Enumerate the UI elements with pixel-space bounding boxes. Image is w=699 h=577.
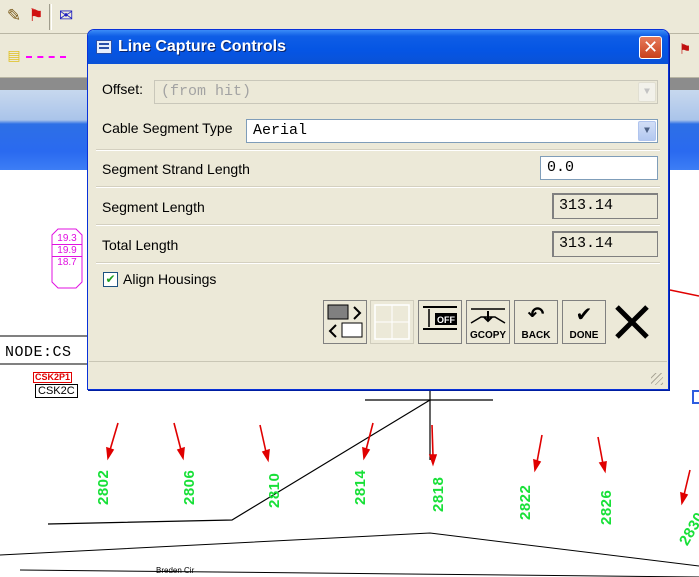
total-length-value: 313.14 bbox=[552, 231, 658, 257]
cable-type-select[interactable]: Aerial ▼ bbox=[246, 119, 658, 143]
checkmark-icon: ✔ bbox=[105, 272, 116, 286]
align-housings-checkbox[interactable]: ✔ bbox=[103, 272, 118, 287]
window-icon bbox=[96, 40, 112, 54]
checkmark-icon: ✔ bbox=[575, 304, 593, 326]
dialog-titlebar[interactable]: Line Capture Controls ✕ bbox=[88, 30, 668, 64]
offset-select: (from hit) ▼ bbox=[154, 80, 658, 104]
cable-type-label: Cable Segment Type bbox=[102, 120, 233, 136]
back-arrow-icon: ↶ bbox=[527, 304, 545, 326]
hex-value: 19.3 bbox=[52, 233, 82, 245]
segment-length-label: Segment Length bbox=[102, 199, 205, 215]
offset-value: (from hit) bbox=[161, 83, 252, 100]
divider bbox=[96, 186, 660, 188]
close-button[interactable]: ✕ bbox=[639, 36, 662, 59]
envelope-icon[interactable]: ✉ bbox=[56, 5, 76, 27]
gcopy-label: GCOPY bbox=[469, 330, 507, 341]
offset-off-button[interactable]: OFF bbox=[418, 300, 462, 344]
chevron-down-icon[interactable]: ▼ bbox=[638, 121, 656, 141]
cancel-button[interactable] bbox=[610, 300, 654, 344]
pole-label: 2806 bbox=[181, 469, 198, 505]
hex-value: 19.9 bbox=[52, 245, 82, 257]
dashed-line-style bbox=[26, 56, 66, 58]
divider bbox=[96, 149, 660, 151]
pole-label: 2818 bbox=[430, 476, 447, 512]
pin-icon[interactable]: ⚑ bbox=[675, 38, 695, 60]
cable-type-value: Aerial bbox=[253, 122, 308, 139]
back-button[interactable]: ↶ BACK bbox=[514, 300, 558, 344]
hex-marker-labels: 19.3 19.9 18.7 bbox=[52, 233, 82, 268]
hex-value: 18.7 bbox=[57, 257, 77, 268]
done-label: DONE bbox=[569, 330, 599, 341]
brush-icon[interactable]: ✎ bbox=[4, 5, 24, 27]
offset-off-label: OFF bbox=[437, 315, 455, 325]
csk-red-tag: CSK2P1 bbox=[33, 372, 73, 383]
gcopy-button[interactable]: GCOPY bbox=[466, 300, 510, 344]
blue-bracket-marker bbox=[692, 390, 699, 404]
resize-grip-icon[interactable] bbox=[651, 373, 663, 385]
done-button[interactable]: ✔ DONE bbox=[562, 300, 606, 344]
divider bbox=[96, 262, 660, 264]
close-icon: ✕ bbox=[642, 37, 659, 57]
pole-label: 2822 bbox=[517, 484, 534, 520]
chevron-down-icon: ▼ bbox=[638, 82, 656, 102]
strand-length-label: Segment Strand Length bbox=[102, 161, 250, 177]
swap-layout-icon bbox=[327, 304, 363, 338]
cancel-x-icon bbox=[615, 305, 649, 339]
grid-button bbox=[370, 300, 414, 344]
pole-label: 2810 bbox=[266, 472, 283, 508]
strand-length-input[interactable]: 0.0 bbox=[540, 156, 658, 180]
dialog-title: Line Capture Controls bbox=[118, 38, 287, 55]
grid-icon[interactable]: ▤ bbox=[4, 44, 24, 66]
segment-length-value: 313.14 bbox=[552, 193, 658, 219]
grid-disabled-icon bbox=[374, 304, 410, 340]
swap-layout-button[interactable] bbox=[323, 300, 367, 344]
pole-label: 2802 bbox=[95, 469, 112, 505]
node-label: NODE:CS bbox=[5, 344, 72, 361]
divider bbox=[96, 224, 660, 226]
gcopy-icon bbox=[470, 308, 506, 324]
toolbar-separator bbox=[49, 4, 52, 30]
offset-label: Offset: bbox=[102, 81, 143, 97]
total-length-label: Total Length bbox=[102, 237, 179, 253]
line-capture-dialog: Line Capture Controls ✕ Offset: (from hi… bbox=[87, 29, 669, 390]
csk-black-tag: CSK2C bbox=[35, 384, 78, 398]
street-label: Breden Cir bbox=[156, 566, 195, 575]
flag-icon[interactable]: ⚑ bbox=[26, 5, 46, 27]
status-bar bbox=[89, 361, 667, 388]
align-housings-label[interactable]: Align Housings bbox=[123, 271, 216, 287]
pole-label: 2826 bbox=[598, 489, 615, 525]
pole-label: 2814 bbox=[352, 469, 369, 505]
back-label: BACK bbox=[521, 330, 551, 341]
